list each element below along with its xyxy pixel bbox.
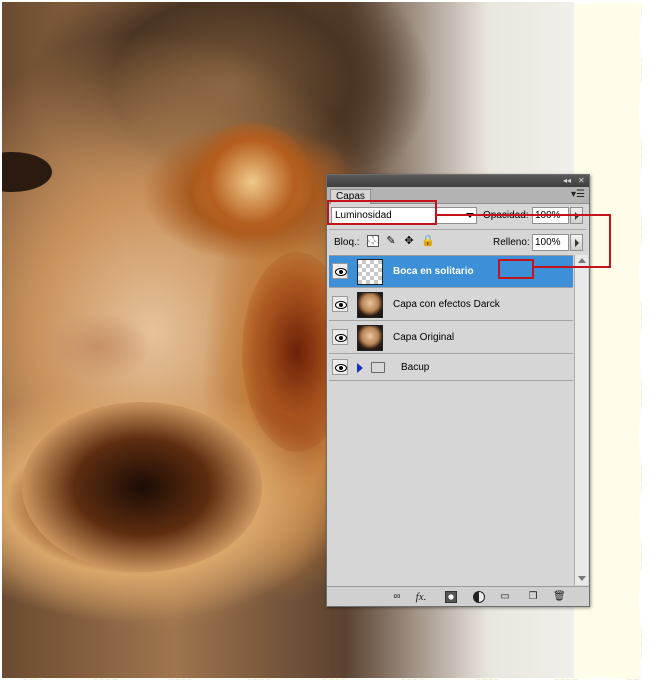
- new-layer-icon[interactable]: ❐: [527, 591, 539, 603]
- annotation-line: [534, 266, 611, 268]
- fill-slider-button[interactable]: [570, 234, 583, 251]
- link-icon[interactable]: ∞: [391, 591, 403, 603]
- eye-icon[interactable]: [332, 263, 348, 279]
- panel-menu-icon[interactable]: ▾☰: [571, 189, 585, 200]
- layer-thumbnail: [357, 292, 383, 318]
- fill-input[interactable]: 100%: [532, 234, 569, 251]
- layer-thumbnail: [357, 325, 383, 351]
- adjustment-icon[interactable]: [473, 591, 485, 603]
- layer-name: Capa Original: [393, 332, 455, 343]
- eye-left: [2, 152, 52, 192]
- folder-icon[interactable]: ▭: [499, 591, 511, 603]
- nose: [42, 312, 152, 382]
- lock-move-icon[interactable]: ✥: [403, 235, 415, 247]
- scroll-down-icon[interactable]: [578, 576, 586, 581]
- eye-icon[interactable]: [332, 359, 348, 375]
- layer-capa-con-efectos-darck[interactable]: Capa con efectos Darck: [329, 289, 573, 321]
- eye-icon[interactable]: [332, 296, 348, 312]
- lock-brush-icon[interactable]: ✎: [385, 235, 397, 247]
- close-icon[interactable]: ✕: [578, 176, 585, 186]
- layer-thumbnail: [357, 259, 383, 285]
- annotation-line: [609, 214, 611, 267]
- layer-boca-en-solitario[interactable]: Boca en solitario: [329, 256, 573, 288]
- collapse-icon[interactable]: ◂◂: [563, 176, 571, 186]
- expand-triangle-icon[interactable]: [357, 363, 363, 373]
- panel-titlebar: ◂◂ ✕: [327, 175, 589, 187]
- annotation-line: [437, 214, 611, 216]
- mouth-wound: [22, 402, 262, 572]
- layer-name: Bacup: [401, 362, 430, 373]
- folder-icon: [371, 362, 385, 373]
- annotation-box-blend: [327, 200, 437, 225]
- panel-bottom-toolbar: ∞ fx. ▭ ❐ 🗑: [327, 586, 589, 606]
- lock-all-icon[interactable]: 🔒: [421, 235, 435, 247]
- eye-icon[interactable]: [332, 329, 348, 345]
- layer-name: Capa con efectos Darck: [393, 299, 500, 310]
- layers-panel: ◂◂ ✕ Capas ▾☰ Luminosidad Opacidad: 100%…: [326, 174, 590, 607]
- lock-label: Bloq.:: [334, 237, 360, 248]
- cheek-wound: [192, 122, 312, 242]
- scroll-up-icon[interactable]: [578, 258, 586, 263]
- layer-group-bacup[interactable]: Bacup: [329, 355, 573, 381]
- fill-label: Relleno:: [493, 237, 530, 248]
- trash-icon[interactable]: 🗑: [553, 591, 566, 603]
- layer-capa-original[interactable]: Capa Original: [329, 322, 573, 354]
- layers-list: Boca en solitario Capa con efectos Darck…: [329, 255, 573, 585]
- lock-transparency-icon[interactable]: [367, 235, 379, 247]
- annotation-box-layer: [498, 259, 534, 279]
- mask-icon[interactable]: [445, 591, 457, 603]
- layers-scrollbar[interactable]: [574, 255, 588, 585]
- fx-icon[interactable]: fx.: [415, 591, 427, 603]
- divider: [329, 229, 587, 230]
- layer-name: Boca en solitario: [393, 266, 474, 277]
